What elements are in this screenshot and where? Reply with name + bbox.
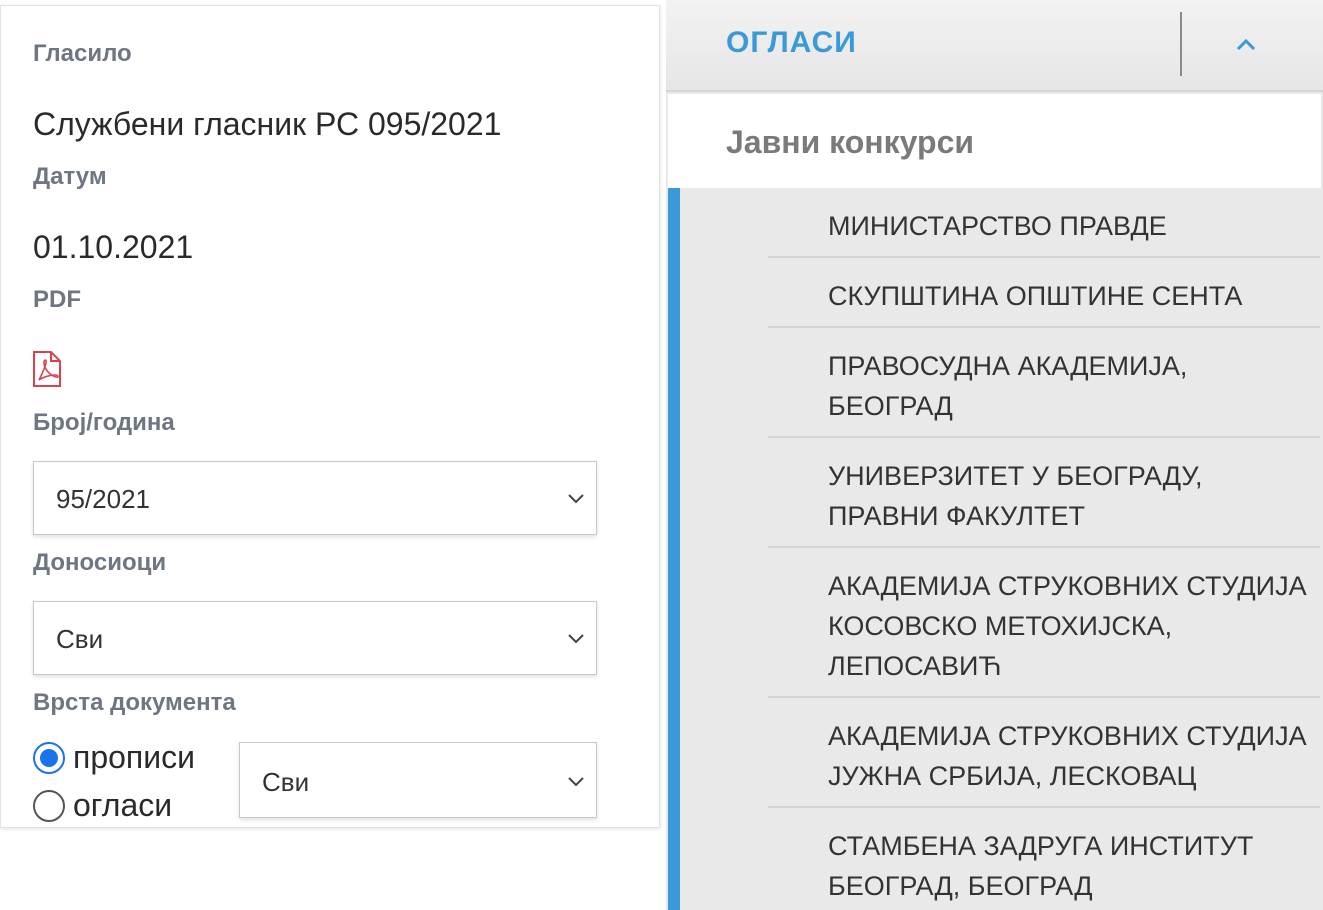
datum-value: 01.10.2021 [33,229,194,265]
header-divider [1180,12,1182,76]
chevron-down-icon [568,777,584,787]
oglasi-accordion-header[interactable]: ОГЛАСИ [666,0,1323,92]
list-item-label[interactable]: ПРАВОСУДНА АКАДЕМИЈА, БЕОГРАД [828,346,1308,426]
broj-godina-label: Број/година [33,409,175,436]
datum-label: Датум [33,163,107,190]
list-item-label[interactable]: СТАМБЕНА ЗАДРУГА ИНСТИТУТ БЕОГРАД, БЕОГР… [828,826,1308,906]
radio-propisi-row[interactable]: прописи [33,739,195,776]
donosioci-select[interactable]: Сви [33,601,597,675]
radio-oglasi[interactable] [33,789,65,822]
list-item[interactable]: АКАДЕМИЈА СТРУКОВНИХ СТУДИЈА КОСОВСКО МЕ… [768,548,1320,698]
pdf-label: PDF [33,286,81,313]
list-item[interactable]: СКУПШТИНА ОПШТИНЕ СЕНТА [768,258,1320,328]
document-details-panel: Гласило Службени гласник РС 095/2021 Дат… [0,5,660,828]
chevron-up-icon[interactable] [1234,34,1258,54]
sub-header-title: Јавни конкурси [726,124,975,160]
list-item[interactable]: СТАМБЕНА ЗАДРУГА ИНСТИТУТ БЕОГРАД, БЕОГР… [768,808,1320,910]
list-item-label[interactable]: АКАДЕМИЈА СТРУКОВНИХ СТУДИЈА ЈУЖНА СРБИЈ… [828,716,1308,796]
list-item-label[interactable]: МИНИСТАРСТВО ПРАВДЕ [828,206,1308,246]
glasilo-value: Службени гласник РС 095/2021 [33,106,502,142]
radio-propisi-label[interactable]: прописи [73,739,195,776]
radio-propisi[interactable] [33,741,65,774]
pdf-file-icon[interactable] [31,350,63,388]
vrsta-dokumenta-select[interactable]: Сви [239,742,597,818]
chevron-down-icon [568,634,584,644]
list-item[interactable]: ПРАВОСУДНА АКАДЕМИЈА, БЕОГРАД [768,328,1320,438]
accordion-title[interactable]: ОГЛАСИ [726,26,857,60]
radio-oglasi-label[interactable]: огласи [73,787,172,824]
list-item[interactable]: МИНИСТАРСТВО ПРАВДЕ [768,188,1320,258]
glasilo-label: Гласило [33,40,132,67]
broj-godina-select[interactable]: 95/2021 [33,461,597,535]
broj-godina-select-value: 95/2021 [56,484,150,514]
page: { "left": { "glasilo_label": "Гласило", … [0,0,1323,910]
list-item[interactable]: УНИВЕРЗИТЕТ У БЕОГРАДУ, ПРАВНИ ФАКУЛТЕТ [768,438,1320,548]
list-item-label[interactable]: УНИВЕРЗИТЕТ У БЕОГРАДУ, ПРАВНИ ФАКУЛТЕТ [828,456,1308,536]
javni-konkursi-header[interactable]: Јавни конкурси [668,94,1321,188]
list-item[interactable]: АКАДЕМИЈА СТРУКОВНИХ СТУДИЈА ЈУЖНА СРБИЈ… [768,698,1320,808]
list-item-label[interactable]: АКАДЕМИЈА СТРУКОВНИХ СТУДИЈА КОСОВСКО МЕ… [828,566,1308,686]
donosioci-label: Доносиоци [33,549,167,576]
list-item-label[interactable]: СКУПШТИНА ОПШТИНЕ СЕНТА [828,276,1308,316]
announcements-panel: ОГЛАСИ Јавни конкурси МИНИСТАРСТВО ПРАВД… [666,0,1323,910]
donosioci-select-value: Сви [56,624,104,654]
vrsta-dokumenta-label: Врста документа [33,689,236,716]
vrsta-dokumenta-select-value: Сви [262,767,310,797]
active-accent-bar [668,188,680,910]
chevron-down-icon [568,494,584,504]
konkursi-list: МИНИСТАРСТВО ПРАВДЕ СКУПШТИНА ОПШТИНЕ СЕ… [666,188,1323,910]
radio-oglasi-row[interactable]: огласи [33,787,172,824]
